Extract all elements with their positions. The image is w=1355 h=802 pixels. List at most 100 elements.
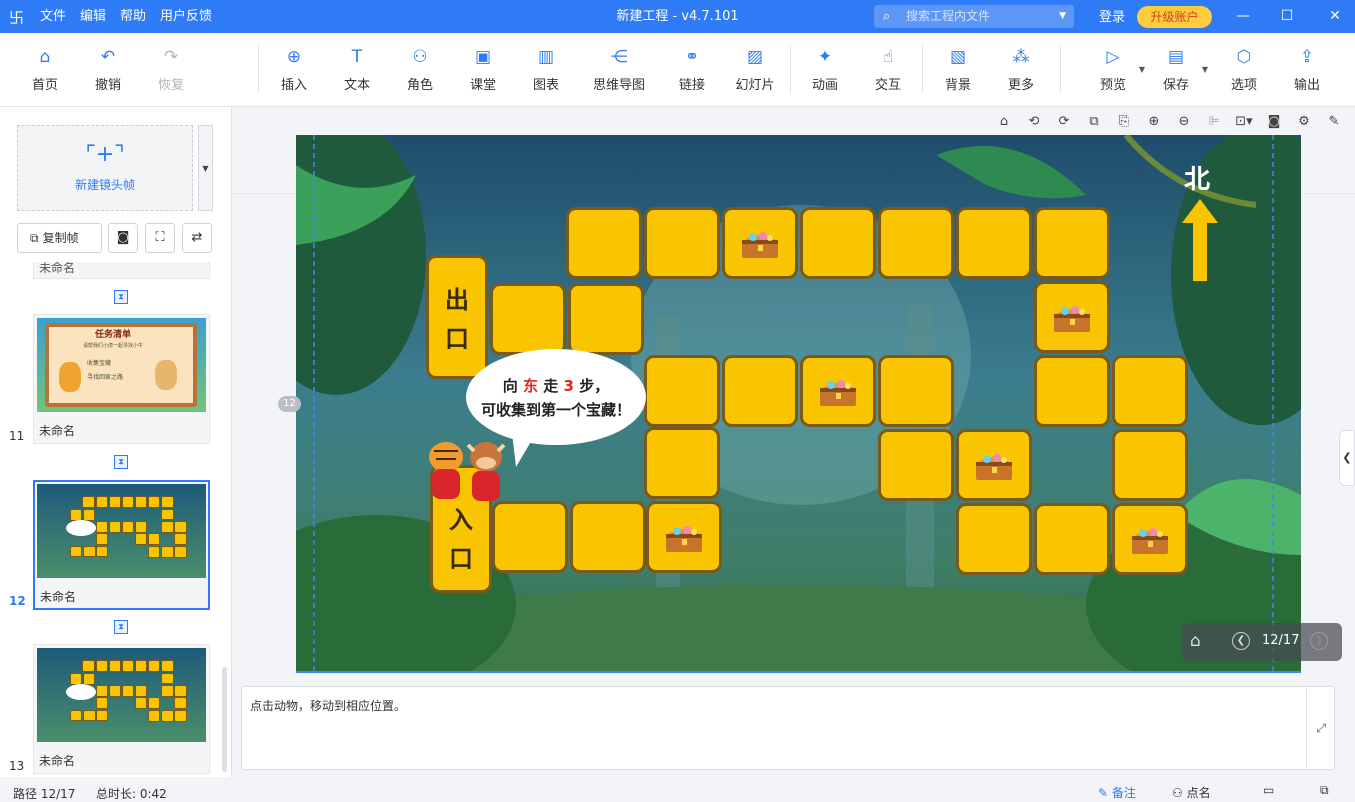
menu-help[interactable]: 帮助 (113, 0, 153, 33)
zoom-in-icon[interactable]: ⊕ (1141, 111, 1167, 133)
rollcall-button[interactable]: ⚇ 点名 (1172, 784, 1211, 801)
home-icon[interactable]: ⌂ (991, 111, 1017, 133)
board-tile[interactable] (956, 207, 1032, 279)
board-tile[interactable] (800, 207, 876, 279)
options-button[interactable]: ⬡ 选项 (1214, 45, 1274, 93)
chevron-down-icon[interactable]: ▼ (1202, 65, 1208, 74)
search-input[interactable]: ⌕ 搜索工程内文件 ▼ (874, 5, 1074, 28)
align-icon[interactable]: ⊫ (1201, 111, 1227, 133)
treasure-tile[interactable] (646, 501, 722, 573)
new-frame-dropdown[interactable]: ▼ (198, 125, 213, 211)
frame-card-10[interactable]: 未命名 (33, 262, 210, 279)
prev-frame-icon[interactable]: ❮ (1232, 632, 1250, 650)
board-tile[interactable] (878, 355, 954, 427)
chart-button[interactable]: ▥ 图表 (516, 45, 576, 93)
zoom-out-icon[interactable]: ⊖ (1171, 111, 1197, 133)
thumb-line: 收集宝藏 (87, 360, 112, 367)
redo-button[interactable]: ↷ 恢复 (141, 45, 201, 93)
paste-icon[interactable]: ⎘ (1111, 111, 1137, 133)
camera-icon[interactable]: ◙ (108, 223, 138, 253)
transition-icon[interactable]: ⧗ (114, 620, 128, 634)
thumb-line: 寻找回家之路 (87, 374, 124, 381)
slideshow-button[interactable]: ▨ 幻灯片 (725, 45, 785, 93)
chevron-down-icon[interactable]: ▼ (1059, 5, 1066, 28)
save-button[interactable]: ▤ 保存 ▼ (1146, 45, 1208, 93)
login-link[interactable]: 登录 (1099, 0, 1125, 35)
treasure-tile[interactable] (956, 429, 1032, 501)
board-tile[interactable] (722, 355, 798, 427)
transition-icon[interactable]: ⧗ (114, 290, 128, 304)
insert-button[interactable]: ⊕ 插入 (264, 45, 324, 93)
board-tile[interactable] (956, 503, 1032, 575)
board-tile[interactable] (1034, 355, 1110, 427)
mindmap-button[interactable]: ⋲ 思维导图 (585, 45, 653, 93)
frame-select-icon[interactable]: ⛶ (145, 223, 175, 253)
role-button[interactable]: ⚇ 角色 (390, 45, 450, 93)
classroom-button[interactable]: ▣ 课堂 (453, 45, 513, 93)
board-tile[interactable] (878, 207, 954, 279)
frame-card-11[interactable]: 任务清单 请帮我们小虎一起寻找小牛 收集宝藏 寻找回家之路 未命名 (33, 314, 210, 444)
notes-panel[interactable]: 点击动物，移动到相应位置。 ⤢ (241, 686, 1335, 771)
board-tile[interactable] (1034, 207, 1110, 279)
new-frame-button[interactable]: ⌜+⌝ 新建镜头帧 (17, 125, 193, 211)
chevron-down-icon[interactable]: ▼ (1139, 65, 1145, 74)
lock-icon[interactable]: ⊡▾ (1231, 111, 1257, 133)
board-tile[interactable] (878, 429, 954, 501)
maximize-icon[interactable]: ☐ (1267, 0, 1307, 33)
copy-icon[interactable]: ⧉ (1081, 111, 1107, 133)
swap-icon[interactable]: ⇄ (182, 223, 212, 253)
animation-button[interactable]: ✦ 动画 (795, 45, 855, 93)
link-icon: ⚭ (684, 47, 700, 67)
menu-feedback[interactable]: 用户反馈 (153, 0, 219, 33)
board-tile[interactable] (1112, 355, 1188, 427)
sidebar-scrollbar[interactable] (222, 667, 227, 772)
minimize-icon[interactable]: — (1223, 0, 1263, 33)
treasure-tile[interactable] (1034, 281, 1110, 353)
close-icon[interactable]: ✕ (1315, 0, 1355, 33)
edit-icon[interactable]: ✎ (1321, 111, 1347, 133)
frame-card-12[interactable]: 未命名 (33, 480, 210, 610)
more-button[interactable]: ⁂ 更多 (991, 45, 1051, 93)
fullscreen-icon[interactable]: ⧉ (1320, 783, 1329, 798)
rotate-left-icon[interactable]: ⟲ (1021, 111, 1047, 133)
interaction-button[interactable]: ☝ 交互 (858, 45, 918, 93)
transition-icon[interactable]: ⧗ (114, 455, 128, 469)
board-tile[interactable] (644, 207, 720, 279)
menu-edit[interactable]: 编辑 (73, 0, 113, 33)
upgrade-button[interactable]: 升级账户 (1137, 6, 1212, 28)
tiger-ox-characters[interactable] (424, 439, 514, 507)
collapse-right-panel-button[interactable]: ❮ (1339, 430, 1355, 486)
board-tile[interactable] (492, 501, 568, 573)
board-tile[interactable] (644, 427, 720, 499)
board-tile[interactable] (570, 501, 646, 573)
board-tile[interactable] (568, 283, 644, 355)
board-tile[interactable] (1112, 429, 1188, 501)
home-icon[interactable]: ⌂ (1190, 631, 1201, 651)
home-button[interactable]: ⌂ 首页 (15, 45, 75, 93)
next-frame-icon[interactable]: ❯ (1310, 632, 1328, 650)
board-tile[interactable] (1034, 503, 1110, 575)
board-tile[interactable] (644, 355, 720, 427)
treasure-tile[interactable] (1112, 503, 1188, 575)
notes-toggle[interactable]: ✎ 备注 (1098, 784, 1136, 801)
expand-icon[interactable]: ⤢ (1316, 721, 1326, 736)
preview-button[interactable]: ▷ 预览 ▼ (1083, 45, 1145, 93)
board-tile[interactable] (490, 283, 566, 355)
text-button[interactable]: T 文本 (327, 45, 387, 93)
settings-icon[interactable]: ⚙ (1291, 111, 1317, 133)
undo-button[interactable]: ↶ 撤销 (78, 45, 138, 93)
slide-stage[interactable]: 出 口 入 口 向 东 走 3 步， 可收集到第一个宝藏！ 北 (296, 135, 1301, 673)
notes-text[interactable]: 点击动物，移动到相应位置。 (250, 697, 406, 714)
treasure-tile[interactable] (722, 207, 798, 279)
frame-card-13[interactable]: 未命名 (33, 644, 210, 774)
export-button[interactable]: ⇪ 输出 (1277, 45, 1337, 93)
link-button[interactable]: ⚭ 链接 (662, 45, 722, 93)
copy-frame-button[interactable]: ⧉ 复制帧 (17, 223, 102, 253)
board-tile[interactable] (566, 207, 642, 279)
treasure-tile[interactable] (800, 355, 876, 427)
rotate-right-icon[interactable]: ⟳ (1051, 111, 1077, 133)
camera-icon[interactable]: ◙ (1261, 111, 1287, 133)
menu-file[interactable]: 文件 (40, 0, 73, 33)
background-button[interactable]: ▧ 背景 (928, 45, 988, 93)
screen-icon[interactable]: ▭ (1263, 783, 1274, 797)
